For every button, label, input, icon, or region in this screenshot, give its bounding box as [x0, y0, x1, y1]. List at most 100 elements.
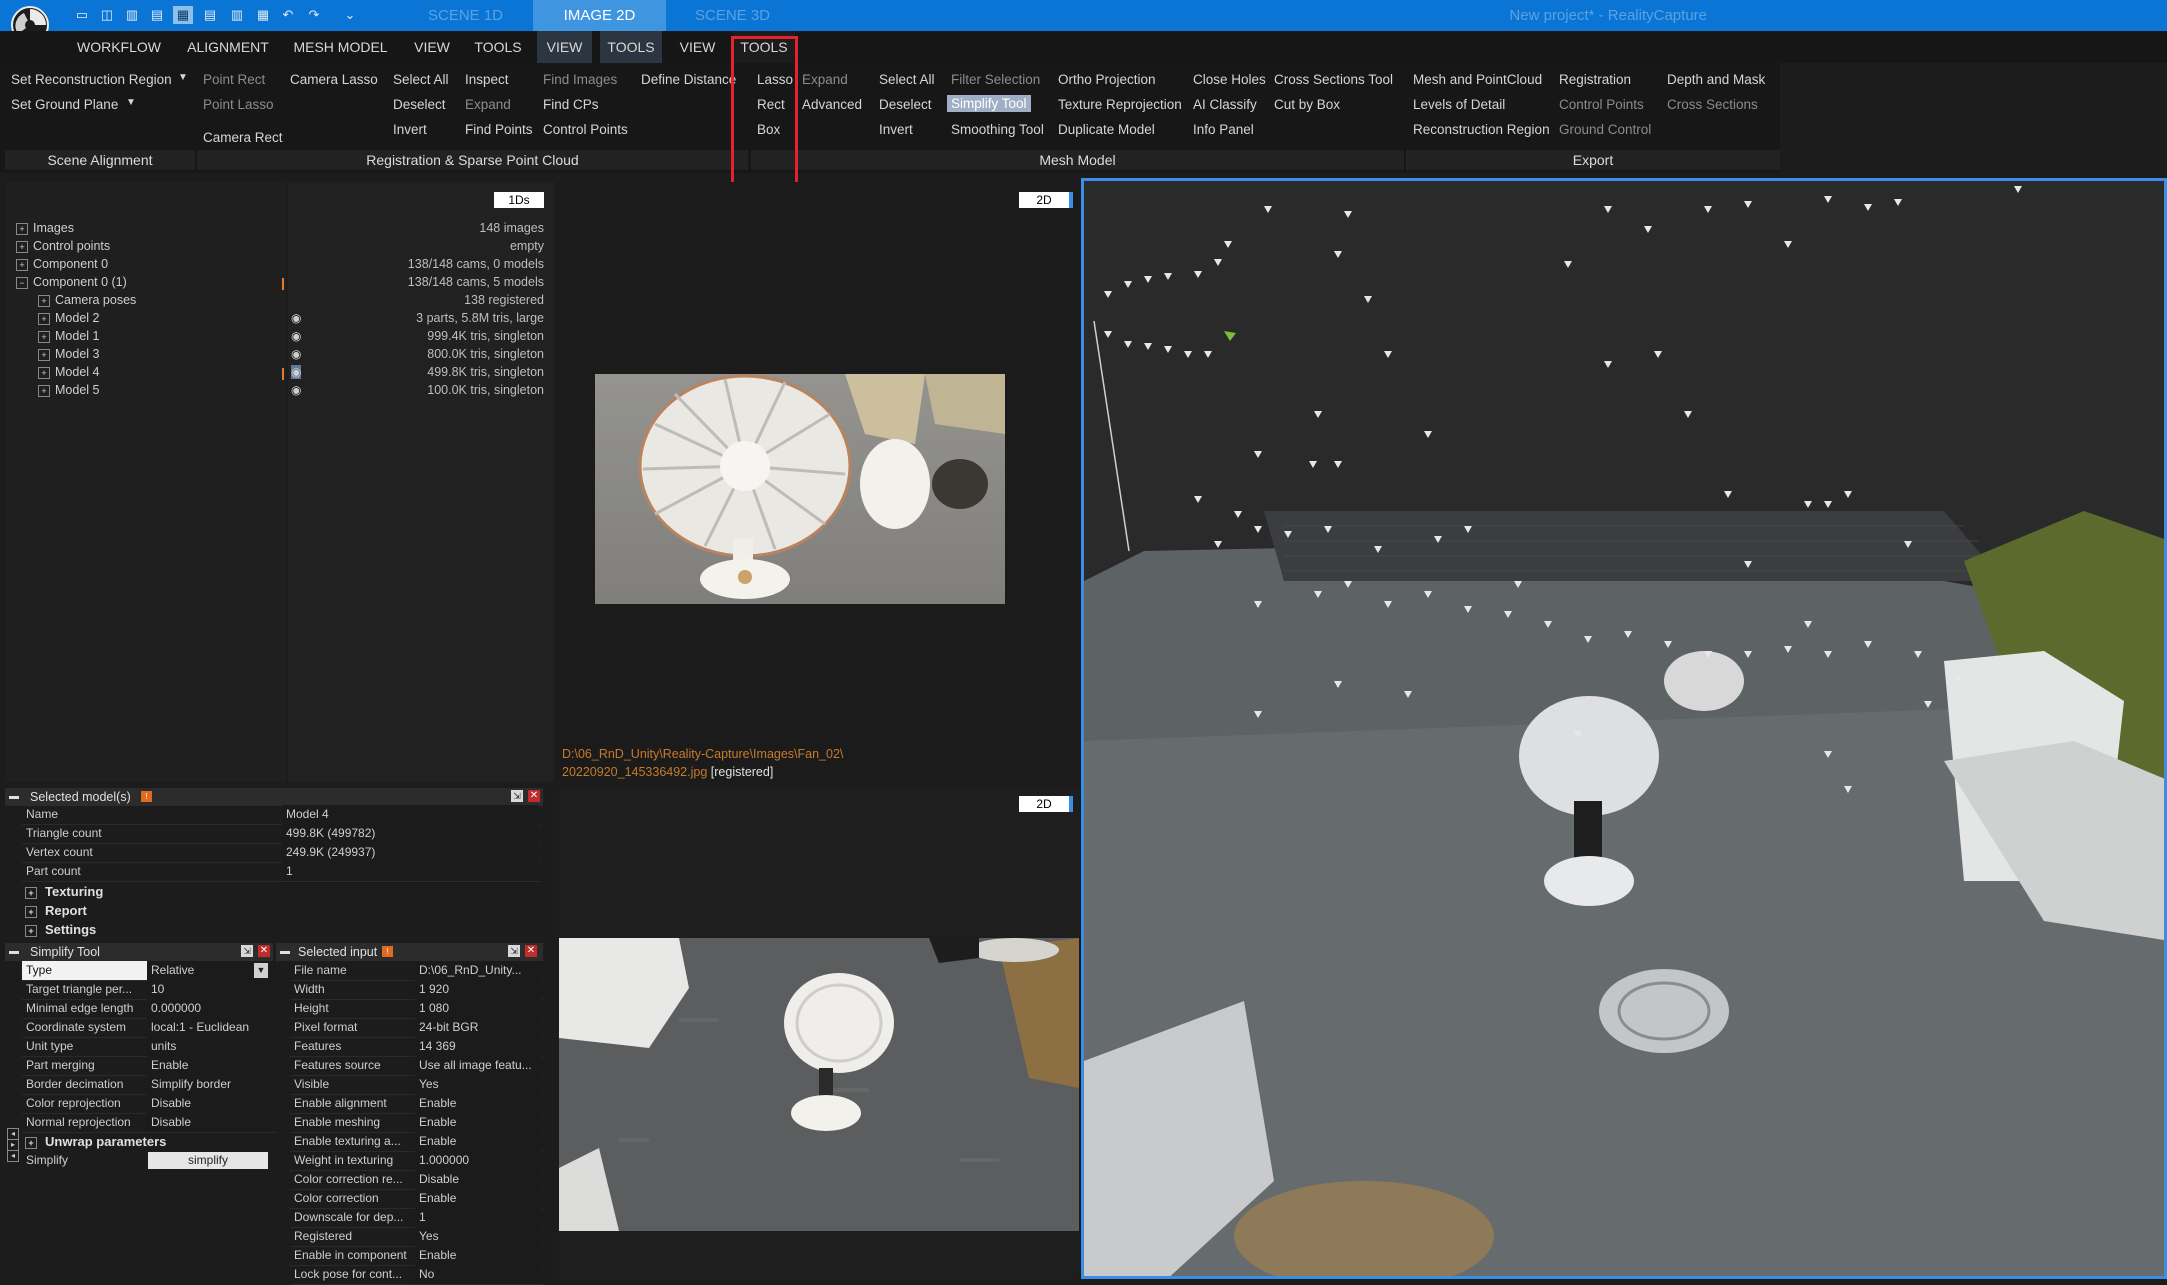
property-row[interactable]: Minimal edge length 0.000000 [22, 999, 292, 1019]
expand-button-2[interactable]: Expand [802, 72, 848, 87]
pin-icon[interactable]: ⇲ [241, 945, 253, 957]
tree-item[interactable]: + Model 1 [38, 329, 99, 343]
visibility-eye-icon[interactable]: ◉ [291, 347, 301, 361]
tree-item[interactable]: + Control points [16, 239, 110, 253]
property-row[interactable]: Width 1 920 [290, 980, 543, 1000]
property-value[interactable]: 1.000000 [415, 1151, 541, 1170]
close-icon[interactable]: ✕ [258, 945, 270, 957]
expand-icon[interactable]: + [38, 330, 50, 343]
property-row[interactable]: Pixel format 24-bit BGR [290, 1018, 543, 1038]
layout-7-icon[interactable]: ▥ [227, 6, 247, 24]
define-distance-button[interactable]: Define Distance [641, 72, 736, 87]
mesh-and-pointcloud-button[interactable]: Mesh and PointCloud [1413, 72, 1542, 87]
point-lasso-button[interactable]: Point Lasso [203, 97, 274, 112]
property-value[interactable]: 10 [147, 980, 290, 999]
set-ground-plane-button[interactable]: Set Ground Plane [11, 97, 118, 112]
menu-tools-2[interactable]: TOOLS [600, 31, 662, 63]
property-value[interactable]: Yes [415, 1227, 541, 1246]
property-row[interactable]: Part merging Enable [22, 1056, 292, 1076]
collapse-icon[interactable]: ▬ [9, 943, 19, 961]
expand-icon[interactable]: + [38, 348, 50, 361]
menu-workflow[interactable]: WORKFLOW [70, 31, 168, 63]
section-unwrap-parameters[interactable]: + Unwrap parameters [25, 1132, 166, 1151]
tree-item[interactable]: + Model 3 [38, 347, 99, 361]
tree-item[interactable]: + Images [16, 221, 74, 235]
select-all-button-2[interactable]: Select All [879, 72, 935, 87]
redo-icon[interactable]: ↷ [304, 6, 324, 24]
property-value[interactable]: Enable [415, 1094, 541, 1113]
visibility-eye-icon[interactable]: ◉ [291, 383, 301, 397]
smoothing-tool-button[interactable]: Smoothing Tool [951, 122, 1044, 137]
property-value[interactable]: Enable [147, 1056, 290, 1075]
property-row[interactable]: Color correction re... Disable [290, 1170, 543, 1190]
property-row[interactable]: Part count 1 [22, 862, 540, 882]
menu-mesh-model[interactable]: MESH MODEL [288, 31, 393, 63]
section-report[interactable]: + Report [25, 901, 87, 920]
side-toggle-icon[interactable]: ◂ [7, 1150, 19, 1162]
property-row[interactable]: Downscale for dep... 1 [290, 1208, 543, 1228]
pin-icon[interactable]: ⇲ [511, 790, 523, 802]
type-dropdown-icon[interactable]: ▼ [254, 963, 268, 978]
tree-item[interactable]: + Model 5 [38, 383, 99, 397]
levels-of-detail-button[interactable]: Levels of Detail [1413, 97, 1505, 112]
tree-item[interactable]: − Component 0 (1) [16, 275, 127, 289]
property-row[interactable]: Coordinate system local:1 - Euclidean [22, 1018, 292, 1038]
inspect-button[interactable]: Inspect [465, 72, 509, 87]
registration-button[interactable]: Registration [1559, 72, 1631, 87]
property-row[interactable]: Weight in texturing 1.000000 [290, 1151, 543, 1171]
select-all-button-1[interactable]: Select All [393, 72, 449, 87]
property-row[interactable]: File name D:\06_RnD_Unity... [290, 961, 543, 981]
layout-6-icon[interactable]: ▤ [200, 6, 220, 24]
property-row[interactable]: Name Model 4 [22, 805, 540, 825]
property-row[interactable]: Color reprojection Disable [22, 1094, 292, 1114]
reconstruction-region-button[interactable]: Reconstruction Region [1413, 122, 1550, 137]
section-settings[interactable]: + Settings [25, 920, 96, 939]
property-value[interactable]: No [415, 1265, 541, 1284]
expand-icon[interactable]: + [16, 258, 28, 271]
dropdown-icon[interactable]: ⌄ [340, 6, 360, 24]
property-value[interactable]: units [147, 1037, 290, 1056]
expand-icon[interactable]: + [38, 294, 50, 307]
layout-1-icon[interactable]: ▭ [72, 6, 92, 24]
property-value[interactable]: Model 4 [282, 805, 538, 824]
advanced-button[interactable]: Advanced [802, 97, 862, 112]
property-row[interactable]: Features 14 369 [290, 1037, 543, 1057]
cross-sections-tool-button[interactable]: Cross Sections Tool [1274, 72, 1393, 87]
layout-2-icon[interactable]: ◫ [97, 6, 117, 24]
image-fan-photo[interactable] [595, 374, 1005, 604]
camera-lasso-button[interactable]: Camera Lasso [290, 72, 378, 87]
panel-type-badge-1ds[interactable]: 1Ds [494, 192, 544, 208]
expand-icon[interactable]: + [38, 366, 50, 379]
image-fan-floor-photo[interactable] [559, 938, 1079, 1231]
set-reconstruction-region-button[interactable]: Set Reconstruction Region [11, 72, 172, 87]
collapse-icon[interactable]: ▬ [9, 788, 19, 806]
camera-rect-button[interactable]: Camera Rect [203, 130, 283, 145]
property-row[interactable]: Enable in component Enable [290, 1246, 543, 1266]
pin-icon[interactable]: ⇲ [508, 945, 520, 957]
tab-scene-1d[interactable]: SCENE 1D [398, 0, 533, 31]
ai-classify-button[interactable]: AI Classify [1193, 97, 1257, 112]
expand-icon[interactable]: + [25, 906, 37, 918]
property-row[interactable]: Triangle count 499.8K (499782) [22, 824, 540, 844]
set-reconstruction-region-dropdown-icon[interactable]: ▼ [178, 72, 188, 83]
property-value[interactable]: 1 080 [415, 999, 541, 1018]
property-value[interactable]: 1 [282, 862, 538, 881]
property-row[interactable]: Unit type units [22, 1037, 292, 1057]
property-row[interactable]: Normal reprojection Disable [22, 1113, 292, 1133]
property-value[interactable]: Use all image featu... [415, 1056, 541, 1075]
property-value[interactable]: 249.9K (249937) [282, 843, 538, 862]
deselect-button-2[interactable]: Deselect [879, 97, 932, 112]
close-icon[interactable]: ✕ [525, 945, 537, 957]
property-row[interactable]: Enable texturing a... Enable [290, 1132, 543, 1152]
ground-control-button[interactable]: Ground Control [1559, 122, 1651, 137]
property-row[interactable]: Color correction Enable [290, 1189, 543, 1209]
control-points-button-2[interactable]: Control Points [1559, 97, 1644, 112]
layout-3-icon[interactable]: ▥ [122, 6, 142, 24]
property-row[interactable]: Enable alignment Enable [290, 1094, 543, 1114]
find-points-button[interactable]: Find Points [465, 122, 533, 137]
section-texturing[interactable]: + Texturing [25, 882, 103, 901]
property-value[interactable]: Enable [415, 1132, 541, 1151]
filter-selection-button[interactable]: Filter Selection [951, 72, 1040, 87]
info-panel-button[interactable]: Info Panel [1193, 122, 1254, 137]
panel-type-badge-2d-2[interactable]: 2D [1019, 796, 1073, 812]
